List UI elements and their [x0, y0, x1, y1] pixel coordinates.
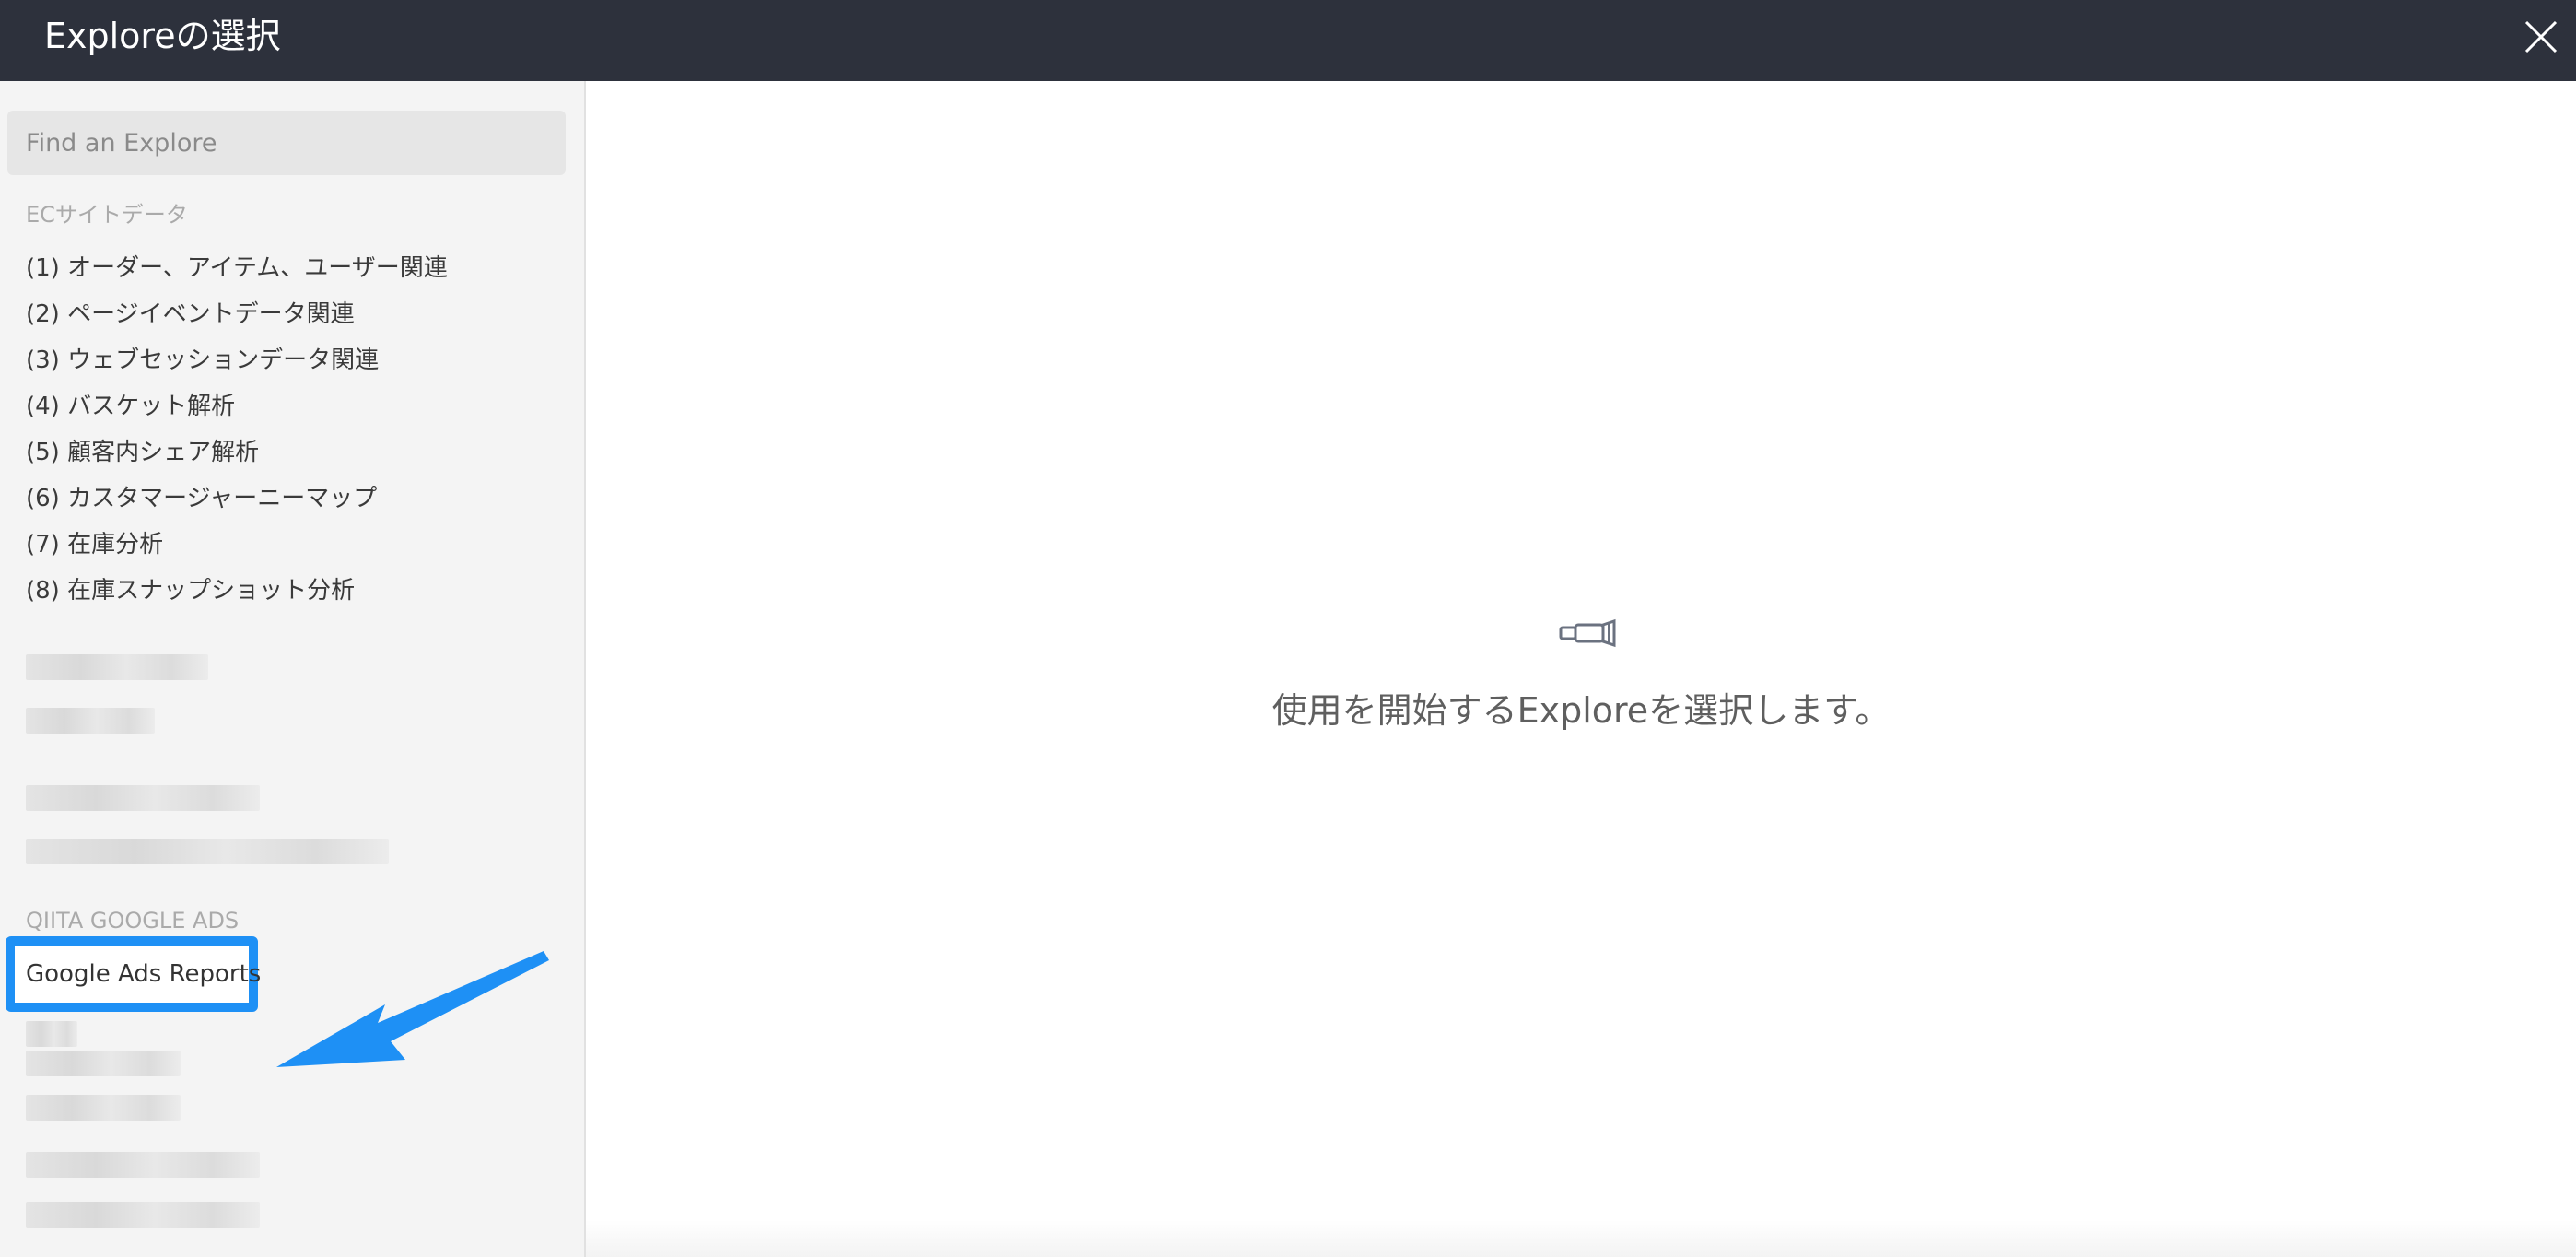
redacted-item — [26, 1095, 181, 1121]
redacted-item — [26, 1202, 260, 1228]
explore-item-google-ads-reports[interactable]: Google Ads Reports — [26, 958, 261, 990]
close-icon — [2524, 20, 2558, 53]
explore-item[interactable]: (4) バスケット解析 — [26, 391, 235, 422]
redacted-item — [26, 785, 260, 811]
empty-state-message: 使用を開始するExploreを選択します。 — [1271, 690, 1891, 731]
explore-item[interactable]: (5) 顧客内シェア解析 — [26, 437, 259, 468]
modal-header: Exploreの選択 — [0, 0, 2576, 81]
explore-picker-modal: Exploreの選択 ECサイトデータ (1) オーダー、アイテム、ユーザー関連… — [0, 0, 2576, 1257]
redacted-item — [26, 839, 389, 864]
bottom-fade — [586, 1220, 2576, 1257]
explore-item[interactable]: (1) オーダー、アイテム、ユーザー関連 — [26, 253, 448, 284]
close-button[interactable] — [2517, 13, 2565, 61]
redacted-item — [26, 1021, 77, 1047]
explore-item[interactable]: (3) ウェブセッションデータ関連 — [26, 345, 379, 376]
explore-item[interactable]: (2) ページイベントデータ関連 — [26, 299, 355, 330]
group-title-qiita: QIITA GOOGLE ADS — [26, 908, 240, 934]
redacted-item — [26, 654, 208, 680]
modal-title: Exploreの選択 — [44, 16, 281, 56]
redacted-item — [26, 1051, 181, 1076]
explore-item[interactable]: (6) カスタマージャーニーマップ — [26, 483, 377, 514]
search-input[interactable] — [7, 111, 566, 175]
arrow-icon — [276, 951, 549, 1067]
redacted-item — [26, 708, 155, 734]
explore-item[interactable]: (7) 在庫分析 — [26, 529, 163, 560]
redacted-item — [26, 1152, 260, 1178]
explore-sidebar: ECサイトデータ (1) オーダー、アイテム、ユーザー関連 (2) ページイベン… — [0, 81, 586, 1257]
main-panel: 使用を開始するExploreを選択します。 — [586, 81, 2576, 1257]
explore-icon — [1559, 618, 1616, 648]
explore-item[interactable]: (8) 在庫スナップショット分析 — [26, 575, 355, 606]
group-title-ec: ECサイトデータ — [26, 202, 188, 228]
